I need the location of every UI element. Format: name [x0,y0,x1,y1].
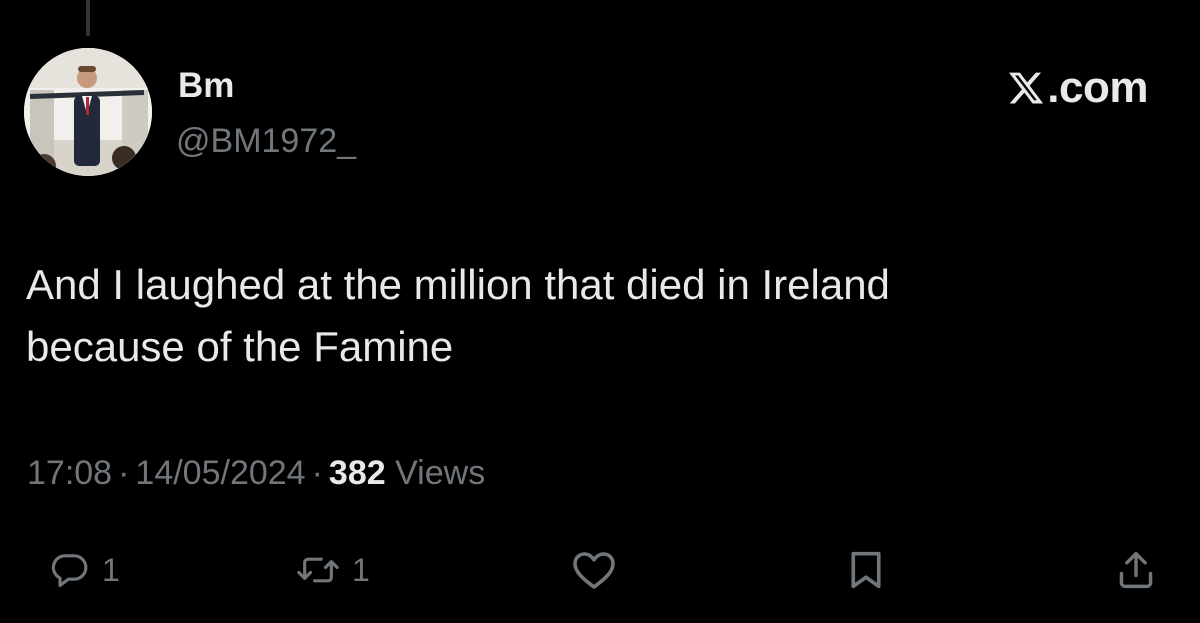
repost-icon [297,557,339,583]
meta-separator: · [118,454,130,492]
like-button[interactable] [570,540,618,600]
bookmark-button[interactable] [846,540,886,600]
tweet-date[interactable]: 14/05/2024 [135,454,305,492]
repost-button[interactable]: 1 [296,540,370,600]
reply-button[interactable]: 1 [50,540,120,600]
bookmark-icon [851,551,881,589]
reply-count: 1 [102,551,120,588]
tweet-text: And I laughed at the million that died i… [26,261,890,370]
share-button[interactable] [1116,540,1156,600]
repost-count: 1 [352,551,370,588]
avatar-image [24,48,152,176]
tweet-time[interactable]: 17:08 [27,454,112,492]
thread-connector-line [86,0,90,36]
brand-label: .com [1047,63,1148,112]
author-handle[interactable]: @BM1972_ [176,124,356,158]
heart-icon [573,552,615,589]
views-label: Views [395,454,486,492]
avatar[interactable] [24,48,152,176]
tweet-meta: 17:08 · 14/05/2024 · 382 Views [27,456,485,490]
share-icon [1119,551,1153,589]
reply-icon [51,554,88,588]
x-logo-icon [1007,69,1045,107]
tweet-actions-bar: 1 1 [0,540,1200,600]
views-count: 382 [328,454,386,492]
brand-watermark: .com [1007,66,1148,110]
author-display-name[interactable]: Bm [178,68,234,103]
meta-separator: · [311,454,323,492]
